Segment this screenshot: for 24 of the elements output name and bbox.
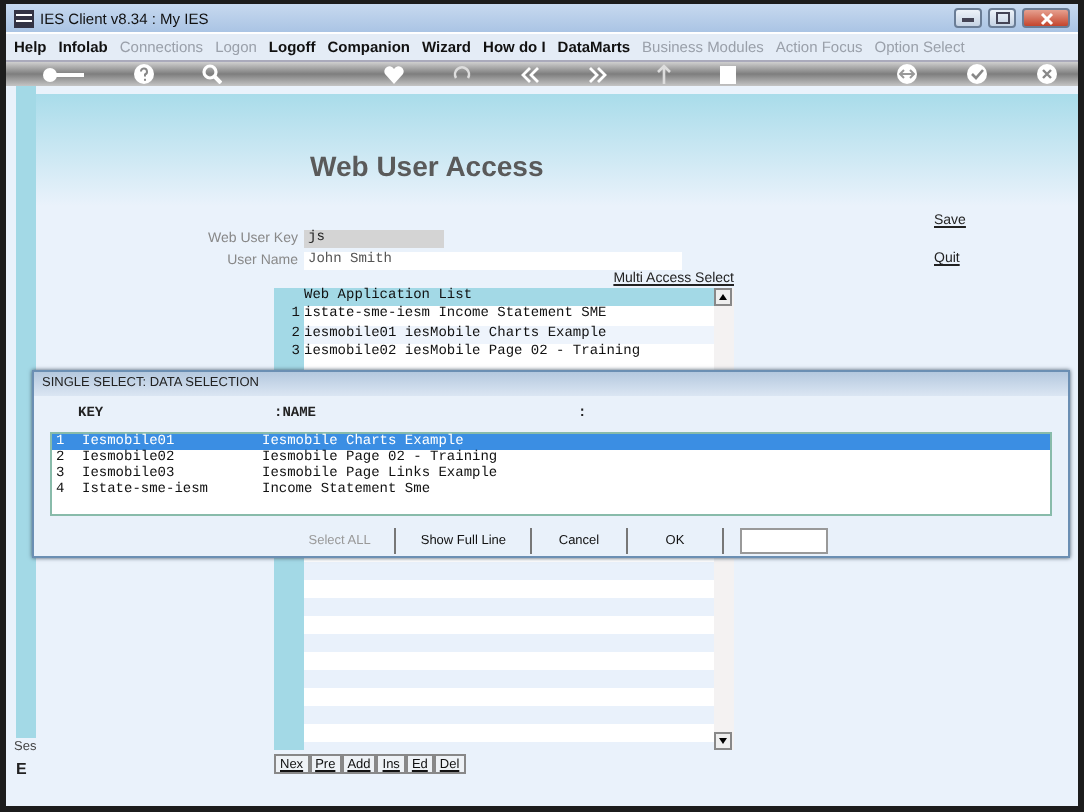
refresh-icon[interactable] [451,64,471,84]
help-icon[interactable] [134,64,154,84]
close-button[interactable] [1022,8,1070,28]
forward-icon[interactable] [587,65,607,83]
close-icon[interactable] [1036,64,1058,84]
page-title: Web User Access [310,150,544,182]
check-icon[interactable] [966,64,988,84]
input-field[interactable] [740,528,828,554]
square-icon[interactable] [719,65,735,83]
search-icon[interactable] [202,64,222,84]
app-icon [14,9,34,27]
scroll-down-icon[interactable] [714,732,732,750]
swap-icon[interactable] [896,64,918,84]
minimize-button[interactable] [954,8,982,28]
heart-icon[interactable] [383,65,403,83]
scroll-up-icon[interactable] [714,288,732,306]
side-label: E [16,760,29,778]
up-arrow-icon[interactable] [655,64,671,84]
rewind-icon[interactable] [519,65,539,83]
minimize-icon [962,14,974,22]
maximize-button[interactable] [988,8,1016,28]
key-icon[interactable] [42,65,86,83]
maximize-icon [995,12,1009,24]
close-icon [1039,11,1053,25]
